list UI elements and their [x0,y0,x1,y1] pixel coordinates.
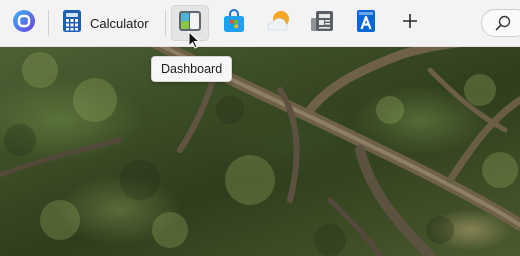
calculator-icon [62,9,82,38]
cortana-button[interactable] [6,5,42,41]
microsoft-store-icon [223,8,245,38]
dashboard-tooltip: Dashboard [151,56,233,82]
search-button[interactable] [481,9,520,37]
weather-button[interactable] [261,5,297,41]
calculator-button[interactable]: Calculator [56,5,160,41]
microsoft-store-button[interactable] [216,5,252,41]
taskbar-separator [48,10,49,36]
news-button[interactable] [304,5,340,41]
dictionary-app-button[interactable] [348,5,384,41]
search-icon [495,15,511,36]
taskbar-separator [165,10,166,36]
add-button[interactable] [392,5,428,41]
add-icon [402,13,418,34]
calculator-label: Calculator [90,15,149,31]
weather-icon [266,10,292,37]
taskbar: Calculator [0,0,520,47]
news-icon [310,9,334,38]
dictionary-app-icon [356,9,376,38]
mouse-cursor-icon [188,30,201,54]
cortana-icon [12,9,36,38]
